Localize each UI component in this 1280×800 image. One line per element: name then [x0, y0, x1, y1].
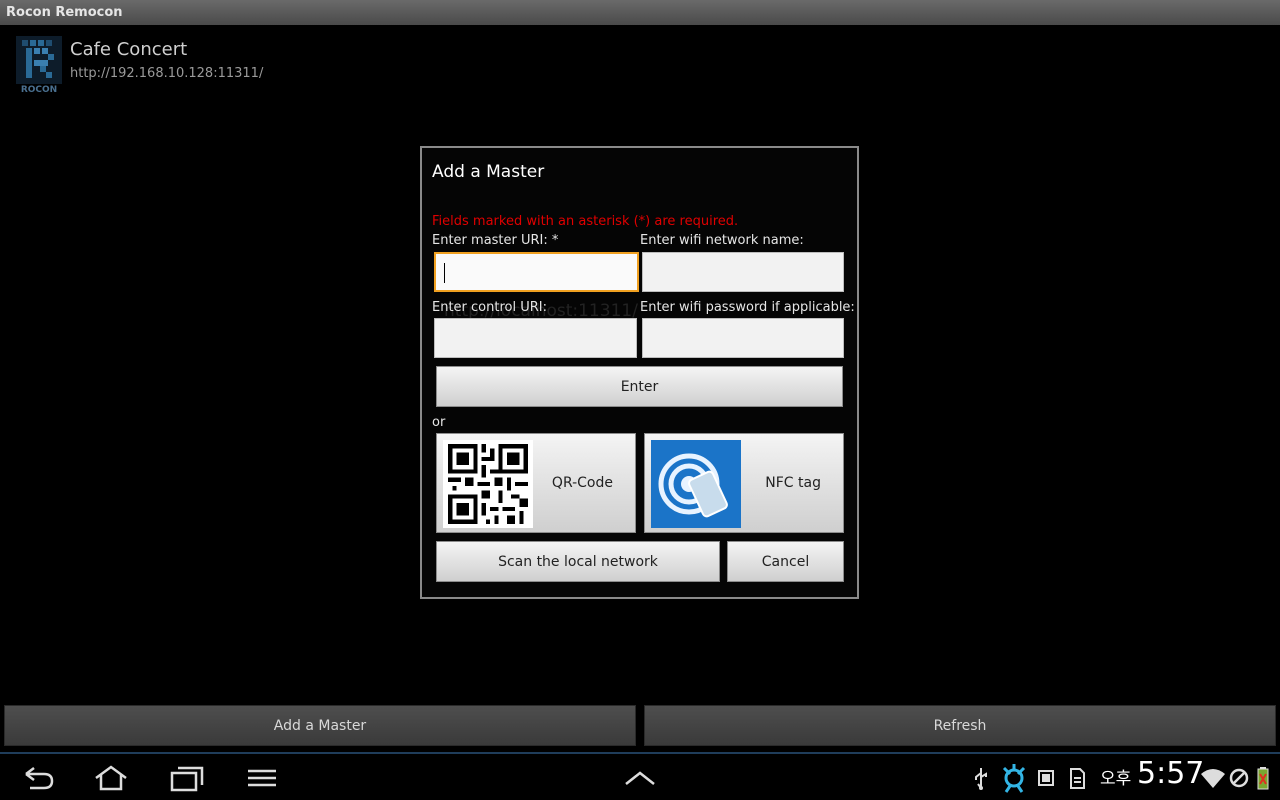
nfc-tag-button[interactable]: NFC tag	[644, 433, 844, 533]
add-master-button[interactable]: Add a Master	[4, 705, 636, 746]
blocked-icon	[1228, 766, 1250, 790]
master-list-item[interactable]: ROCON Cafe Concert http://192.168.10.128…	[16, 34, 616, 98]
dialog-title: Add a Master	[432, 162, 545, 182]
master-uri-label: Enter master URI: *	[432, 233, 559, 248]
enter-button[interactable]: Enter	[436, 366, 843, 407]
text-caret	[444, 263, 445, 283]
scan-network-button[interactable]: Scan the local network	[436, 541, 720, 582]
qr-code-icon	[443, 440, 533, 528]
app-title-bar: Rocon Remocon	[0, 0, 1280, 25]
master-uri: http://192.168.10.128:11311/	[70, 66, 264, 81]
control-uri-label: Enter control URI:	[432, 300, 547, 315]
qr-code-button[interactable]: QR-Code	[436, 433, 636, 533]
app-title: Rocon Remocon	[6, 5, 123, 20]
cancel-button[interactable]: Cancel	[727, 541, 844, 582]
wifi-name-input[interactable]	[642, 252, 844, 292]
screen-icon	[1038, 766, 1054, 790]
wifi-password-input[interactable]	[642, 318, 844, 358]
logo-text: ROCON	[21, 85, 57, 95]
master-uri-input[interactable]: http://localhost:11311/	[434, 252, 639, 321]
sd-card-icon	[1068, 766, 1086, 790]
master-name: Cafe Concert	[70, 39, 188, 60]
recent-apps-icon[interactable]	[169, 764, 205, 792]
rocon-logo: ROCON	[16, 36, 62, 96]
add-master-dialog: Add a Master Fields marked with an aster…	[420, 146, 859, 599]
home-icon[interactable]	[93, 764, 129, 792]
control-uri-input[interactable]	[434, 318, 637, 358]
refresh-button[interactable]: Refresh	[644, 705, 1276, 746]
nfc-tag-label: NFC tag	[765, 475, 821, 491]
usb-icon	[972, 766, 990, 790]
notification-app-icon	[1000, 762, 1028, 794]
qr-code-label: QR-Code	[551, 475, 613, 491]
nfc-icon	[651, 440, 741, 528]
or-label: or	[432, 415, 446, 430]
system-nav-bar	[0, 752, 1280, 800]
required-note: Fields marked with an asterisk (*) are r…	[432, 214, 739, 229]
status-clock: 5:57	[1137, 756, 1205, 791]
menu-icon[interactable]	[244, 764, 280, 792]
am-pm-label: 오후	[1100, 769, 1132, 789]
wifi-name-label: Enter wifi network name:	[640, 233, 804, 248]
battery-icon	[1256, 766, 1270, 790]
back-icon[interactable]	[20, 764, 56, 792]
wifi-password-label: Enter wifi password if applicable:	[640, 300, 855, 315]
chevron-up-icon[interactable]	[622, 764, 658, 792]
